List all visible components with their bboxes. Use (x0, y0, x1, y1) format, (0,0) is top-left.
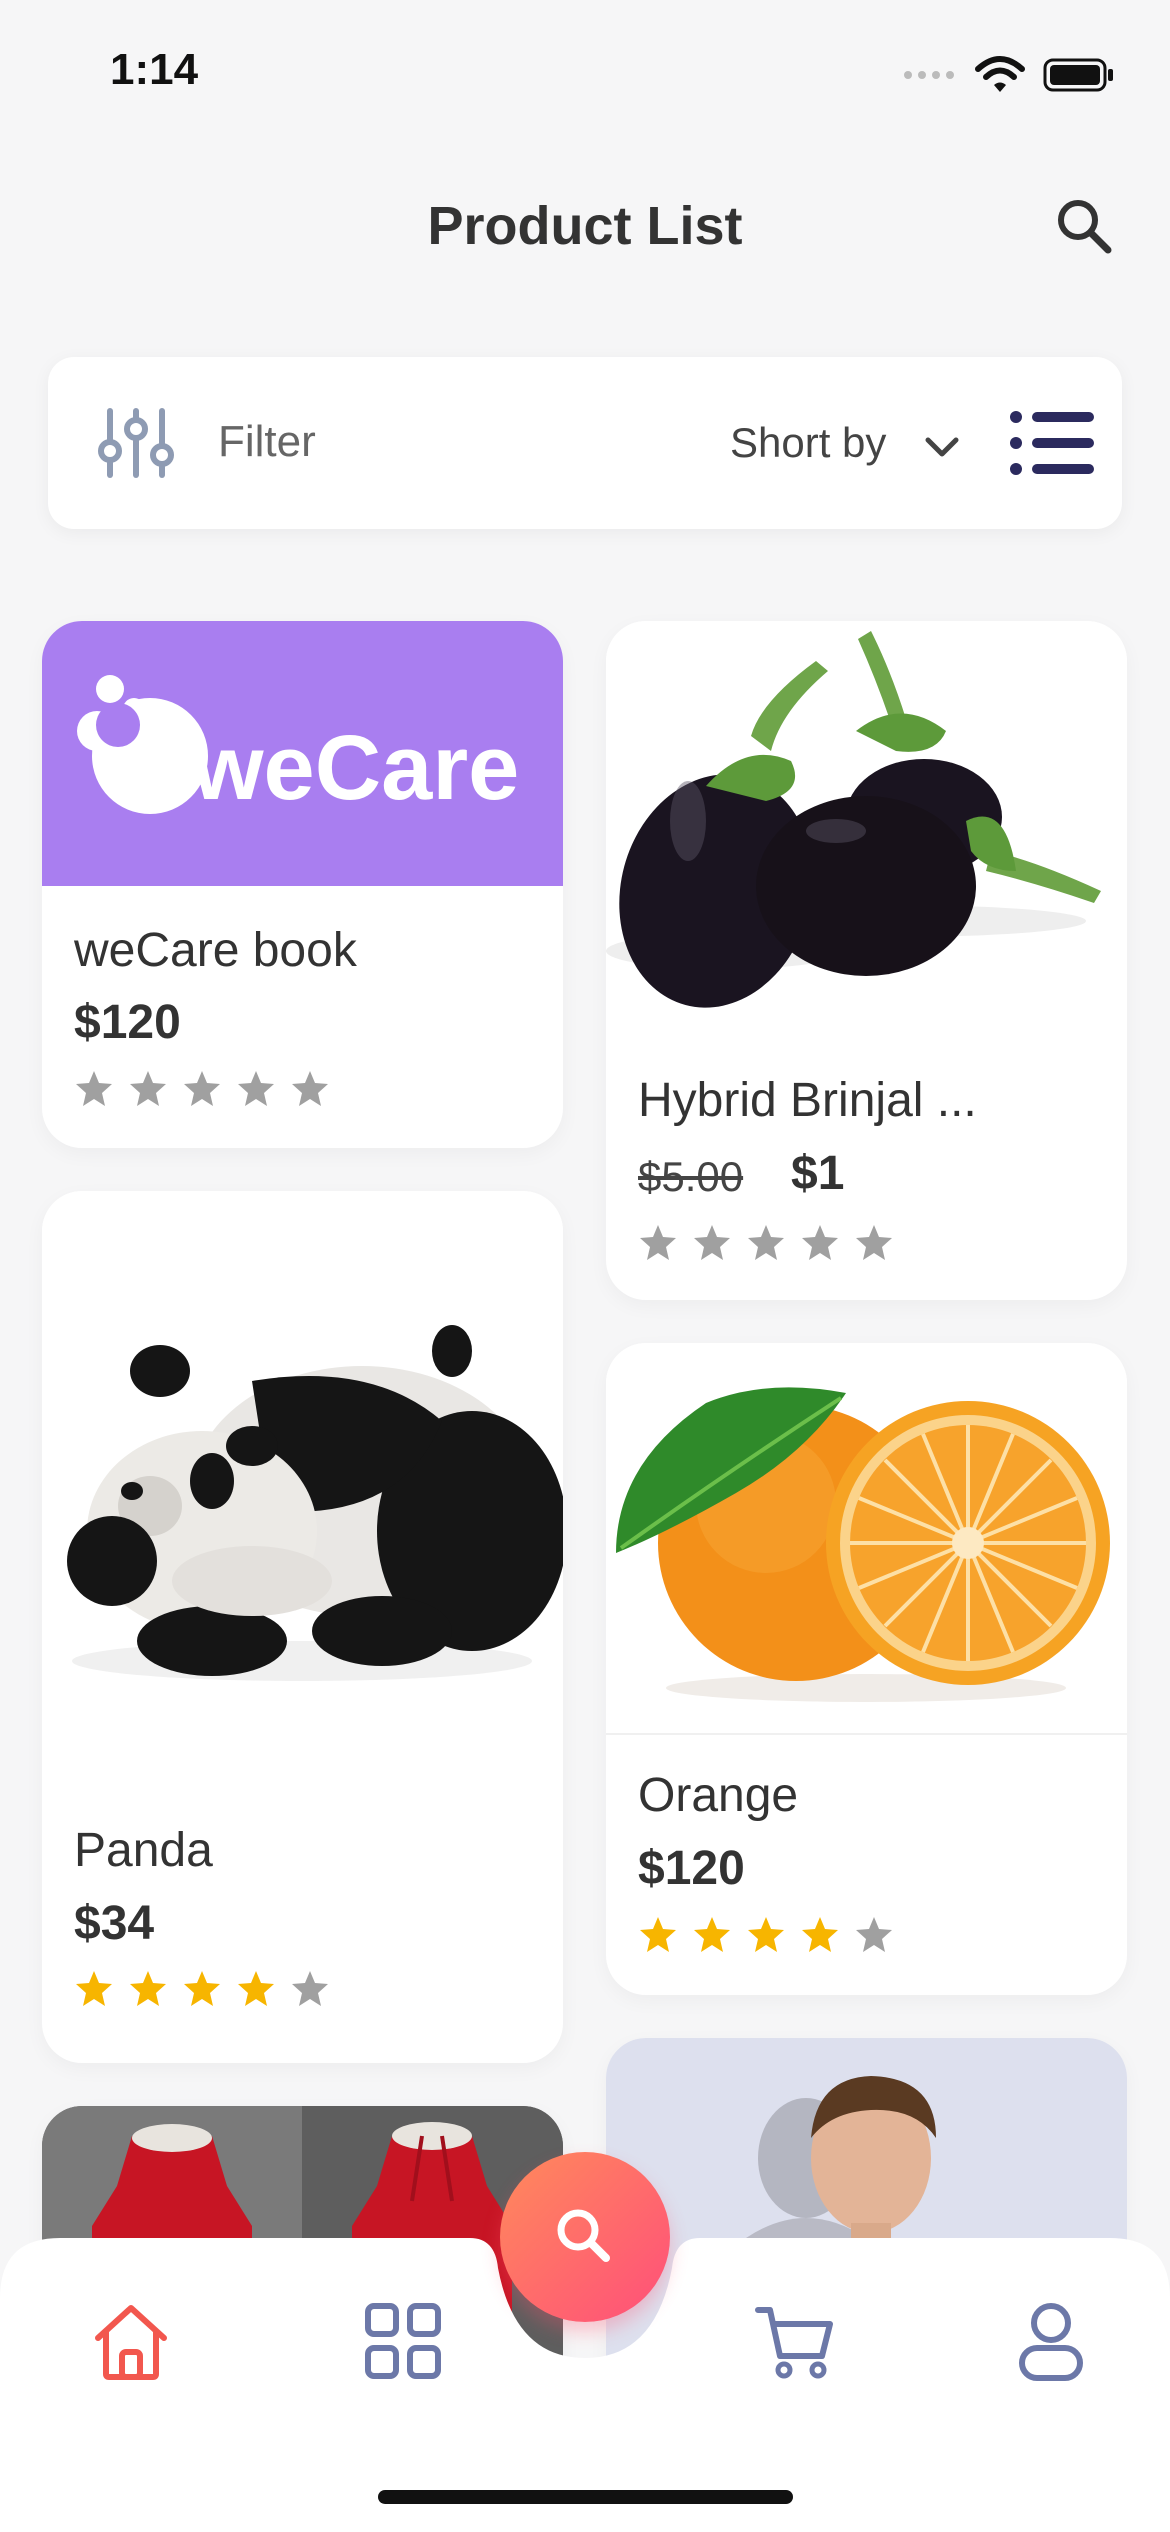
product-price: $1 (791, 1147, 845, 1200)
home-icon (95, 2305, 167, 2380)
filter-bar: Filter Short by (48, 357, 1122, 529)
list-view-button[interactable] (1008, 407, 1098, 479)
star-icon (238, 1971, 274, 2006)
star-icon (130, 1071, 166, 1106)
chevron-down-icon[interactable] (920, 425, 964, 469)
battery-icon (1043, 58, 1113, 92)
sliders-icon (98, 408, 174, 478)
product-price: $120 (638, 1842, 745, 1895)
status-icons (903, 55, 1115, 95)
rating (638, 1915, 894, 1955)
grid-icon (365, 2303, 441, 2379)
star-icon (76, 1971, 112, 2006)
nav-categories[interactable] (360, 2298, 446, 2384)
product-image (606, 621, 1127, 1031)
product-name: Panda (74, 1824, 213, 1877)
rating (74, 1069, 330, 1109)
star-icon (292, 1971, 328, 2006)
nav-home[interactable] (88, 2298, 174, 2384)
star-icon (748, 1917, 784, 1952)
nav-profile[interactable] (1008, 2298, 1094, 2384)
star-icon (76, 1071, 112, 1106)
wecare-logo-icon: weCare (77, 675, 519, 819)
page-title: Product List (427, 196, 743, 256)
nav-cart[interactable] (752, 2298, 838, 2384)
product-name: weCare book (74, 924, 357, 977)
sort-dropdown[interactable]: Short by (730, 419, 886, 467)
search-fab[interactable] (500, 2152, 670, 2322)
product-image (606, 1343, 1127, 1735)
product-price: $34 (74, 1897, 155, 1950)
product-old-price: $5.00 (638, 1153, 744, 1200)
list-icon (1010, 411, 1094, 475)
product-image (42, 1191, 563, 1781)
star-icon (802, 1917, 838, 1952)
star-icon (856, 1917, 892, 1952)
rating (638, 1223, 894, 1263)
search-button[interactable] (1050, 192, 1120, 262)
product-name: Orange (638, 1769, 799, 1822)
product-price: $120 (74, 996, 181, 1049)
star-icon (184, 1971, 220, 2006)
search-icon (1058, 200, 1112, 254)
product-card[interactable]: Orange $120 (606, 1343, 1127, 1995)
search-icon (557, 2209, 610, 2262)
star-icon (694, 1917, 730, 1952)
signal-icon (904, 71, 954, 79)
orange-image (616, 1387, 1110, 1702)
star-icon (292, 1071, 328, 1106)
star-icon (640, 1225, 676, 1260)
product-card[interactable]: weCare weCare book $120 (42, 621, 563, 1148)
rating (74, 1969, 330, 2009)
product-image: weCare (42, 621, 563, 886)
star-icon (748, 1225, 784, 1260)
star-icon (694, 1225, 730, 1260)
filter-button[interactable] (96, 403, 176, 483)
wifi-icon (975, 56, 1025, 92)
product-card[interactable]: Panda $34 (42, 1191, 563, 2063)
cart-icon (755, 2307, 833, 2379)
star-icon (802, 1225, 838, 1260)
brinjal-image (606, 631, 1101, 1008)
star-icon (856, 1225, 892, 1260)
product-card[interactable]: Hybrid Brinjal ... $5.00 $1 (606, 621, 1127, 1300)
star-icon (640, 1917, 676, 1952)
profile-icon (1019, 2303, 1083, 2381)
product-name: Hybrid Brinjal ... (638, 1074, 977, 1127)
star-icon (130, 1971, 166, 2006)
home-indicator (378, 2490, 793, 2504)
star-icon (238, 1071, 274, 1106)
filter-label[interactable]: Filter (218, 417, 316, 467)
panda-image (67, 1325, 563, 1681)
star-icon (184, 1071, 220, 1106)
logo-text: weCare (191, 717, 519, 819)
status-time: 1:14 (110, 45, 199, 94)
